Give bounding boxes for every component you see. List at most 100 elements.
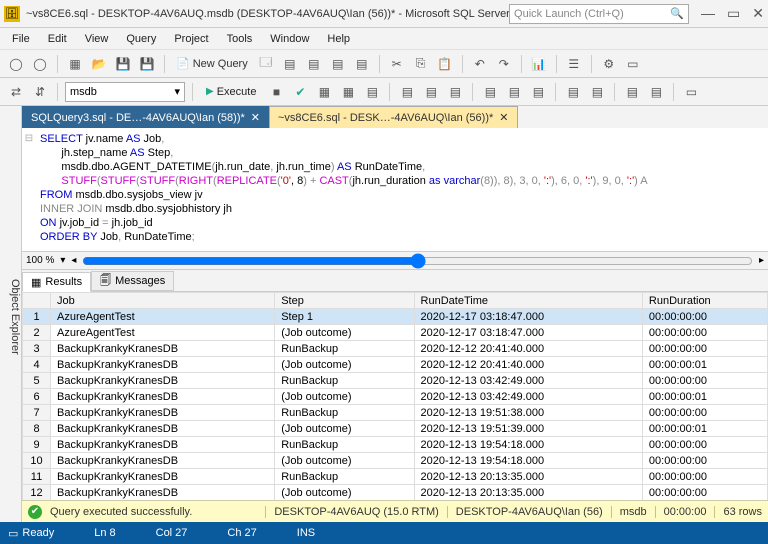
- chevron-down-icon: ▾: [174, 85, 180, 98]
- redo-icon[interactable]: ↷: [494, 54, 514, 74]
- results-grid[interactable]: JobStepRunDateTimeRunDuration1AzureAgent…: [22, 292, 768, 500]
- quick-launch-input[interactable]: Quick Launch (Ctrl+Q) 🔍: [509, 4, 689, 24]
- menu-tools[interactable]: Tools: [219, 31, 261, 47]
- new-query-icon: 📄: [176, 57, 190, 70]
- db-engine-query-icon[interactable]: 🗔: [256, 54, 276, 74]
- cut-icon[interactable]: ✂: [387, 54, 407, 74]
- open-icon[interactable]: 📂: [89, 54, 109, 74]
- scroll-right-icon[interactable]: ▸: [759, 255, 764, 266]
- change-connection-icon[interactable]: ⇵: [30, 82, 50, 102]
- menu-bar: FileEditViewQueryProjectToolsWindowHelp: [0, 28, 768, 50]
- zoom-row: 100 % ▾ ◂ ▸: [22, 252, 768, 270]
- table-row[interactable]: 6BackupKrankyKranesDB(Job outcome)2020-1…: [23, 389, 768, 405]
- toolbox-icon[interactable]: ▭: [623, 54, 643, 74]
- column-header[interactable]: Step: [275, 293, 414, 309]
- analysis-icon[interactable]: ▤: [280, 54, 300, 74]
- quick-launch-placeholder: Quick Launch (Ctrl+Q): [514, 8, 624, 20]
- connection-icon[interactable]: ⇄: [6, 82, 26, 102]
- window-icon: ▭: [8, 527, 18, 540]
- nav-fwd-icon[interactable]: ◯: [30, 54, 50, 74]
- status-ins: INS: [297, 527, 315, 539]
- column-header[interactable]: [23, 293, 51, 309]
- specify-values-icon[interactable]: ▭: [681, 82, 701, 102]
- outdent-icon[interactable]: ▤: [646, 82, 666, 102]
- results-text-icon[interactable]: ▤: [480, 82, 500, 102]
- zoom-level[interactable]: 100 %: [26, 255, 54, 266]
- scroll-left-icon[interactable]: ◂: [71, 255, 76, 266]
- query-options-icon[interactable]: ▦: [338, 82, 358, 102]
- results-file-icon[interactable]: ▤: [528, 82, 548, 102]
- table-row[interactable]: 1AzureAgentTestStep 12020-12-17 03:18:47…: [23, 309, 768, 325]
- new-query-button[interactable]: 📄 New Query: [172, 54, 252, 74]
- comment-icon[interactable]: ▤: [563, 82, 583, 102]
- status-server: DESKTOP-4AV6AUQ (15.0 RTM): [265, 506, 438, 518]
- mdx-icon[interactable]: ▤: [328, 54, 348, 74]
- close-icon[interactable]: ✕: [251, 111, 260, 124]
- copy-icon[interactable]: ⎘: [411, 54, 431, 74]
- close-icon[interactable]: ✕: [499, 111, 508, 124]
- ide-status-bar: ▭Ready Ln 8 Col 27 Ch 27 INS: [0, 522, 768, 544]
- xmla-icon[interactable]: ▤: [304, 54, 324, 74]
- table-row[interactable]: 7BackupKrankyKranesDBRunBackup2020-12-13…: [23, 405, 768, 421]
- dmx-icon[interactable]: ▤: [352, 54, 372, 74]
- intellisense-icon[interactable]: ▤: [362, 82, 382, 102]
- uncomment-icon[interactable]: ▤: [587, 82, 607, 102]
- table-row[interactable]: 9BackupKrankyKranesDBRunBackup2020-12-13…: [23, 437, 768, 453]
- menu-file[interactable]: File: [4, 31, 38, 47]
- table-row[interactable]: 8BackupKrankyKranesDB(Job outcome)2020-1…: [23, 421, 768, 437]
- table-row[interactable]: 5BackupKrankyKranesDBRunBackup2020-12-13…: [23, 373, 768, 389]
- tab-messages[interactable]: 🗐 Messages: [91, 271, 174, 291]
- menu-query[interactable]: Query: [118, 31, 164, 47]
- menu-window[interactable]: Window: [262, 31, 317, 47]
- options-icon[interactable]: ☰: [564, 54, 584, 74]
- app-icon: 🗄: [4, 6, 20, 22]
- nav-back-icon[interactable]: ◯: [6, 54, 26, 74]
- sql-editor[interactable]: ⊟ SELECT jv.name AS Job, jh.step_name AS…: [22, 128, 768, 252]
- status-message: Query executed successfully.: [50, 506, 192, 518]
- maximize-button[interactable]: ▭: [727, 5, 740, 22]
- parse-icon[interactable]: ✔: [290, 82, 310, 102]
- menu-help[interactable]: Help: [319, 31, 358, 47]
- paste-icon[interactable]: 📋: [435, 54, 455, 74]
- window-title: ~vs8CE6.sql - DESKTOP-4AV6AUQ.msdb (DESK…: [26, 8, 509, 20]
- display-plan-icon[interactable]: ▦: [314, 82, 334, 102]
- properties-icon[interactable]: ⚙: [599, 54, 619, 74]
- live-stats-icon[interactable]: ▤: [421, 82, 441, 102]
- table-row[interactable]: 2AzureAgentTest(Job outcome)2020-12-17 0…: [23, 325, 768, 341]
- execute-button[interactable]: ▶ Execute: [200, 82, 262, 102]
- table-row[interactable]: 11BackupKrankyKranesDBRunBackup2020-12-1…: [23, 469, 768, 485]
- object-explorer-tab[interactable]: Object Explorer: [0, 106, 22, 522]
- column-header[interactable]: RunDateTime: [414, 293, 642, 309]
- toolbar-query: ⇄ ⇵ msdb ▾ ▶ Execute ■ ✔ ▦ ▦ ▤ ▤ ▤ ▤ ▤ ▤…: [0, 78, 768, 106]
- tab-sqlquery3[interactable]: SQLQuery3.sql - DE…-4AV6AUQ\Ian (58))* ✕: [22, 106, 269, 128]
- tab-results[interactable]: ▦ Results: [22, 272, 91, 292]
- save-icon[interactable]: 💾: [113, 54, 133, 74]
- undo-icon[interactable]: ↶: [470, 54, 490, 74]
- minimize-button[interactable]: —: [701, 5, 715, 22]
- save-all-icon[interactable]: 💾: [137, 54, 157, 74]
- menu-view[interactable]: View: [77, 31, 117, 47]
- table-row[interactable]: 12BackupKrankyKranesDB(Job outcome)2020-…: [23, 485, 768, 501]
- column-header[interactable]: RunDuration: [642, 293, 767, 309]
- database-selector[interactable]: msdb ▾: [65, 82, 185, 102]
- search-icon: 🔍: [670, 7, 684, 20]
- stop-icon[interactable]: ■: [266, 82, 286, 102]
- h-scrollbar[interactable]: [82, 256, 753, 266]
- table-row[interactable]: 10BackupKrankyKranesDB(Job outcome)2020-…: [23, 453, 768, 469]
- menu-edit[interactable]: Edit: [40, 31, 75, 47]
- indent-icon[interactable]: ▤: [622, 82, 642, 102]
- new-project-icon[interactable]: ▦: [65, 54, 85, 74]
- activity-monitor-icon[interactable]: 📊: [529, 54, 549, 74]
- status-elapsed: 00:00:00: [655, 506, 707, 518]
- client-stats-icon[interactable]: ▤: [445, 82, 465, 102]
- menu-project[interactable]: Project: [166, 31, 216, 47]
- table-row[interactable]: 3BackupKrankyKranesDBRunBackup2020-12-12…: [23, 341, 768, 357]
- results-grid-icon[interactable]: ▤: [504, 82, 524, 102]
- messages-icon: 🗐: [100, 272, 111, 291]
- column-header[interactable]: Job: [51, 293, 275, 309]
- include-plan-icon[interactable]: ▤: [397, 82, 417, 102]
- tab-vs8ce6[interactable]: ~vs8CE6.sql - DESK…-4AV6AUQ\Ian (56))* ✕: [269, 106, 518, 128]
- close-button[interactable]: ✕: [752, 5, 764, 22]
- table-row[interactable]: 4BackupKrankyKranesDB(Job outcome)2020-1…: [23, 357, 768, 373]
- play-icon: ▶: [206, 86, 214, 97]
